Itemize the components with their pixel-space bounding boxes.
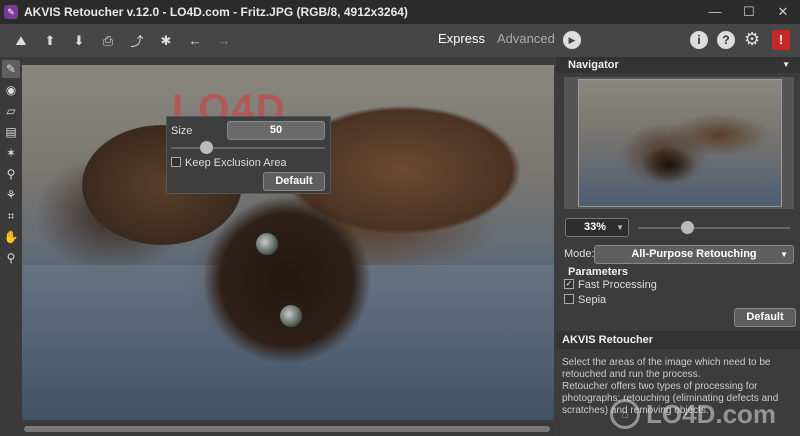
zoom-icon[interactable]: ⚲ <box>2 249 20 267</box>
print-icon[interactable]: ⎙ <box>95 29 121 53</box>
eraser-icon[interactable]: ▱ <box>2 102 20 120</box>
tool-palette: ✎ ◉ ▱ ▤ ✶ ⚲ ⚘ ⌗ ✋ ⚲ <box>0 57 22 436</box>
size-label: Size <box>171 125 193 137</box>
brush-settings-popup: Size 50 Keep Exclusion Area Default <box>166 116 331 194</box>
zoom-value: 33% <box>584 221 607 233</box>
size-slider-track[interactable] <box>171 147 325 149</box>
plugins-icon[interactable]: ✱ <box>153 29 179 53</box>
popup-default-button[interactable]: Default <box>263 172 325 191</box>
size-field[interactable]: 50 <box>227 121 325 140</box>
gear-icon[interactable]: ⚙ <box>744 29 760 50</box>
zoom-select[interactable]: 33% ▼ <box>565 218 629 237</box>
zoom-slider-handle[interactable] <box>680 221 694 234</box>
hand-icon[interactable]: ✋ <box>2 228 20 246</box>
horizontal-scrollbar[interactable] <box>22 422 554 436</box>
share-icon[interactable]: ⤴ <box>124 29 150 53</box>
mode-label: Mode: <box>564 248 595 260</box>
minimize-button[interactable]: — <box>698 0 732 24</box>
app-logo-icon: ✎ <box>4 5 18 19</box>
lo4d-logo-icon: ⌂ <box>610 399 640 429</box>
alert-icon[interactable]: ! <box>772 30 790 50</box>
magic-wand-icon[interactable]: ✶ <box>2 144 20 162</box>
sepia-label: Sepia <box>578 294 607 306</box>
brush-icon[interactable]: ⚲ <box>2 165 20 183</box>
parameters-title: Parameters <box>568 266 628 278</box>
run-icon[interactable]: ▶ <box>563 31 581 49</box>
info-icon[interactable]: i <box>690 31 708 49</box>
clone-stamp-icon[interactable]: ⚘ <box>2 186 20 204</box>
window-title: AKVIS Retoucher v.12.0 - LO4D.com - Frit… <box>24 5 408 19</box>
keep-exclusion-label: Keep Exclusion Area <box>185 157 287 169</box>
fast-processing-label: Fast Processing <box>578 279 657 291</box>
scrollbar-thumb[interactable] <box>24 426 550 432</box>
close-button[interactable]: ✕ <box>766 0 800 24</box>
cat-eye-right <box>280 305 302 327</box>
redo-icon[interactable]: → <box>211 29 237 53</box>
crop-icon[interactable]: ⌗ <box>2 207 20 225</box>
open-file-icon[interactable]: ⬆ <box>37 29 63 53</box>
cat-head <box>202 195 372 365</box>
navigator-preview[interactable] <box>564 77 794 209</box>
cat-eye-left <box>256 233 278 255</box>
home-icon[interactable]: ⛰ <box>8 29 34 53</box>
main-toolbar: ⛰ ⬆ ⬇ ⎙ ⤴ ✱ ← → <box>0 24 800 57</box>
size-slider-handle[interactable] <box>200 141 214 154</box>
chevron-down-icon: ▼ <box>616 223 624 232</box>
keep-exclusion-checkbox[interactable] <box>171 157 181 167</box>
title-bar: ✎ AKVIS Retoucher v.12.0 - LO4D.com - Fr… <box>0 0 800 24</box>
chevron-down-icon: ▼ <box>780 250 788 259</box>
maximize-button[interactable]: ☐ <box>732 0 766 24</box>
default-button[interactable]: Default <box>734 308 796 327</box>
help-paragraph: Select the areas of the image which need… <box>562 357 771 380</box>
chevron-down-icon[interactable]: ▼ <box>782 57 790 73</box>
zoom-slider-track[interactable] <box>638 227 790 229</box>
patch-icon[interactable]: ▤ <box>2 123 20 141</box>
navigator-header[interactable]: Navigator ▼ <box>556 57 800 73</box>
lo4d-watermark: ⌂ LO4D.com <box>610 392 800 436</box>
selection-brush-icon[interactable]: ◉ <box>2 81 20 99</box>
save-file-icon[interactable]: ⬇ <box>66 29 92 53</box>
tab-express[interactable]: Express <box>438 31 485 46</box>
tab-advanced[interactable]: Advanced <box>497 31 555 46</box>
lo4d-watermark-text: LO4D.com <box>646 398 777 429</box>
navigator-title: Navigator <box>568 59 619 71</box>
help-icon[interactable]: ? <box>717 31 735 49</box>
fast-processing-checkbox[interactable]: ✓ <box>564 279 574 289</box>
undo-icon[interactable]: ← <box>182 29 208 53</box>
mode-value: All-Purpose Retouching <box>631 248 757 260</box>
retouch-brush-icon[interactable]: ✎ <box>2 60 20 78</box>
help-title: AKVIS Retoucher <box>556 331 800 349</box>
sepia-checkbox[interactable] <box>564 294 574 304</box>
mode-select[interactable]: All-Purpose Retouching ▼ <box>594 245 794 264</box>
right-panel: Navigator ▼ 33% ▼ Mode: All-Purpose Reto… <box>556 57 800 436</box>
navigator-thumbnail[interactable] <box>578 79 782 207</box>
